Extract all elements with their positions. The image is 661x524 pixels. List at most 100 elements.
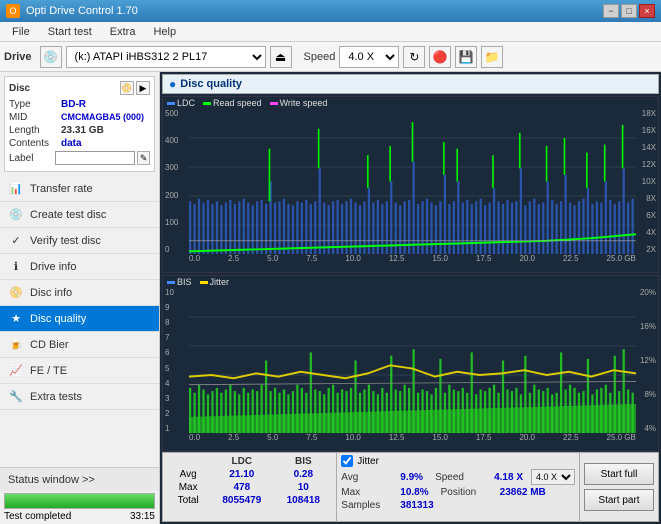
start-part-button[interactable]: Start part — [584, 489, 654, 511]
position-val: 23862 MB — [500, 487, 546, 498]
read-legend-dot — [203, 102, 211, 105]
label-input[interactable] — [55, 151, 135, 165]
create-test-disc-icon: 💿 — [8, 207, 24, 223]
sidebar-item-fe-te[interactable]: 📈 FE / TE — [0, 358, 159, 384]
jitter-checkbox[interactable] — [341, 455, 353, 467]
disc-info-icon: 📀 — [8, 285, 24, 301]
samples-label: Samples — [341, 500, 396, 511]
title-bar: O Opti Drive Control 1.70 − □ × — [0, 0, 661, 22]
bis-legend-label: BIS — [177, 277, 192, 287]
chart1-legend: LDC Read speed Write speed — [163, 97, 658, 109]
speed-val: 4.18 X — [494, 472, 523, 483]
menu-help[interactable]: Help — [145, 24, 184, 40]
status-window-btn[interactable]: Status window >> — [0, 467, 159, 491]
max-jitter-val: 10.8% — [400, 487, 428, 498]
avg-jitter-label: Avg — [341, 472, 396, 483]
write-legend-dot — [270, 102, 278, 105]
label-label: Label — [9, 153, 55, 164]
max-ldc: 478 — [209, 481, 274, 494]
chart1-svg — [189, 109, 636, 254]
avg-ldc: 21.10 — [209, 468, 274, 481]
disc-section-label: Disc — [9, 83, 30, 94]
status-time: 33:15 — [130, 511, 155, 522]
sidebar-item-extra-tests[interactable]: 🔧 Extra tests — [0, 384, 159, 410]
bis-col-header: BIS — [274, 455, 332, 468]
max-bis: 10 — [274, 481, 332, 494]
app-title: Opti Drive Control 1.70 — [26, 5, 138, 17]
ldc-legend-dot — [167, 102, 175, 105]
transfer-rate-icon: 📊 — [8, 181, 24, 197]
sidebar-item-transfer-rate[interactable]: 📊 Transfer rate — [0, 176, 159, 202]
chart-header: ● Disc quality — [162, 74, 659, 94]
sidebar-item-create-test-disc[interactable]: 💿 Create test disc — [0, 202, 159, 228]
sidebar-item-verify-test-disc[interactable]: ✓ Verify test disc — [0, 228, 159, 254]
chart1-x-labels: 0.02.55.07.510.012.515.017.520.022.525.0… — [189, 254, 636, 268]
sidebar: Disc 📀 ▶ Type BD-R MID CMCMAGBA5 (000) L… — [0, 72, 160, 524]
jitter-legend-label: Jitter — [210, 277, 230, 287]
speed-label-stats: Speed — [435, 472, 490, 483]
bis-legend-dot — [167, 281, 175, 284]
disc-panel: Disc 📀 ▶ Type BD-R MID CMCMAGBA5 (000) L… — [4, 76, 155, 172]
settings-button1[interactable]: 🔴 — [429, 46, 451, 68]
total-ldc: 8055479 — [209, 494, 274, 507]
maximize-button[interactable]: □ — [621, 4, 637, 18]
stats-table: LDC BIS Avg 21.10 0.28 Max 478 10 Tota — [163, 453, 336, 521]
sidebar-item-disc-quality[interactable]: ★ Disc quality — [0, 306, 159, 332]
chart2-legend: BIS Jitter — [163, 276, 658, 288]
eject-button[interactable]: ⏏ — [270, 46, 292, 68]
disc-btn1[interactable]: 📀 — [120, 81, 134, 95]
menu-extra[interactable]: Extra — [102, 24, 144, 40]
jitter-legend-dot — [200, 281, 208, 284]
ldc-legend-label: LDC — [177, 98, 195, 108]
avg-label: Avg — [167, 468, 209, 481]
fe-te-icon: 📈 — [8, 363, 24, 379]
sidebar-item-disc-info[interactable]: 📀 Disc info — [0, 280, 159, 306]
cd-bier-icon: 🍺 — [8, 337, 24, 353]
max-label: Max — [167, 481, 209, 494]
sidebar-label-fe-te: FE / TE — [30, 365, 67, 377]
minimize-button[interactable]: − — [603, 4, 619, 18]
avg-jitter-val: 9.9% — [400, 472, 423, 483]
menu-file[interactable]: File — [4, 24, 38, 40]
sidebar-item-cd-bier[interactable]: 🍺 CD Bier — [0, 332, 159, 358]
start-full-button[interactable]: Start full — [584, 463, 654, 485]
chart2-y-right: 4%8%12%16%20% — [636, 288, 658, 433]
status-progress-fill — [5, 494, 154, 508]
save-button[interactable]: 📁 — [481, 46, 503, 68]
mid-label: MID — [9, 112, 61, 123]
settings-button2[interactable]: 💾 — [455, 46, 477, 68]
menu-start-test[interactable]: Start test — [40, 24, 100, 40]
sidebar-item-drive-info[interactable]: ℹ Drive info — [0, 254, 159, 280]
samples-val: 381313 — [400, 500, 433, 511]
type-label: Type — [9, 99, 61, 110]
avg-bis: 0.28 — [274, 468, 332, 481]
contents-label: Contents — [9, 138, 61, 149]
label-edit-btn[interactable]: ✎ — [137, 151, 150, 165]
start-buttons: Start full Start part — [579, 453, 658, 521]
total-label: Total — [167, 494, 209, 507]
sidebar-label-disc-quality: Disc quality — [30, 313, 86, 325]
stats-bar: LDC BIS Avg 21.10 0.28 Max 478 10 Tota — [162, 452, 659, 522]
read-legend-label: Read speed — [213, 98, 262, 108]
stats-right: Jitter Avg 9.9% Speed 4.18 X 4.0 X Max 1… — [336, 453, 579, 521]
speed-select-stats[interactable]: 4.0 X — [531, 469, 575, 485]
jitter-label: Jitter — [357, 456, 379, 467]
toolbar: Drive 💿 (k:) ATAPI iHBS312 2 PL17 ⏏ Spee… — [0, 42, 661, 72]
refresh-button[interactable]: ↻ — [403, 46, 425, 68]
sidebar-label-cd-bier: CD Bier — [30, 339, 69, 351]
close-button[interactable]: × — [639, 4, 655, 18]
status-progress-bar — [4, 493, 155, 509]
position-label: Position — [441, 487, 496, 498]
disc-quality-icon: ★ — [8, 311, 24, 327]
sidebar-label-disc-info: Disc info — [30, 287, 72, 299]
max-jitter-label: Max — [341, 487, 396, 498]
speed-select[interactable]: 4.0 X — [339, 46, 399, 68]
drive-label: Drive — [4, 51, 32, 63]
drive-icon-btn[interactable]: 💿 — [40, 46, 62, 68]
drive-info-icon: ℹ — [8, 259, 24, 275]
speed-label: Speed — [304, 51, 336, 63]
disc-btn2[interactable]: ▶ — [136, 81, 150, 95]
drive-select[interactable]: (k:) ATAPI iHBS312 2 PL17 — [66, 46, 266, 68]
chart-header-icon: ● — [169, 77, 176, 91]
app-icon: O — [6, 4, 20, 18]
